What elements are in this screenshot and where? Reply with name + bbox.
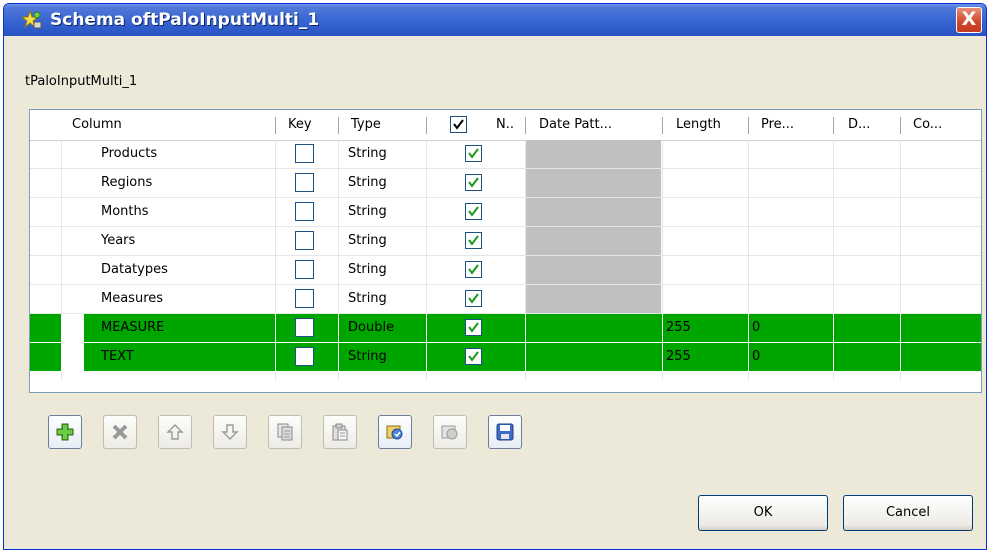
date-pattern-cell[interactable]: [526, 343, 661, 371]
date-pattern-cell-disabled: [526, 227, 661, 256]
cell-type[interactable]: String: [348, 343, 387, 371]
move-down-button[interactable]: [213, 415, 247, 449]
key-checkbox[interactable]: [295, 173, 314, 192]
cell-type[interactable]: String: [348, 227, 387, 255]
schema-dialog: Schema oftPaloInputMulti_1 X tPaloInputM…: [3, 3, 987, 550]
header-column[interactable]: Column: [72, 110, 122, 140]
date-pattern-cell-disabled: [526, 198, 661, 227]
row-gap: [61, 314, 83, 342]
paste-button[interactable]: [323, 415, 357, 449]
import-button[interactable]: [378, 415, 412, 449]
date-pattern-cell-disabled: [526, 285, 661, 314]
save-icon: [496, 423, 514, 441]
date-pattern-cell-disabled: [526, 256, 661, 285]
cell-type[interactable]: String: [348, 256, 387, 284]
cell-type[interactable]: Double: [348, 314, 394, 342]
table-row[interactable]: Products String: [30, 140, 981, 169]
header-default[interactable]: D...: [848, 110, 870, 140]
cell-type[interactable]: String: [348, 140, 387, 168]
key-checkbox[interactable]: [295, 318, 314, 337]
cell-column-name[interactable]: Datatypes: [101, 256, 168, 284]
key-checkbox[interactable]: [295, 289, 314, 308]
table-row[interactable]: TEXT String 255 0: [30, 343, 981, 371]
remove-button[interactable]: [103, 415, 137, 449]
copy-button[interactable]: [268, 415, 302, 449]
nullable-checkbox[interactable]: [465, 232, 482, 249]
select-all-nullable-checkbox[interactable]: [450, 116, 467, 133]
cell-column-name[interactable]: Regions: [101, 169, 152, 197]
cell-type[interactable]: String: [348, 198, 387, 226]
header-key[interactable]: Key: [288, 110, 312, 140]
move-up-button[interactable]: [158, 415, 192, 449]
ok-button[interactable]: OK: [698, 495, 828, 531]
cell-column-name[interactable]: Measures: [101, 285, 163, 313]
header-precision[interactable]: Pre...: [761, 110, 794, 140]
cell-length[interactable]: 255: [666, 343, 691, 371]
key-checkbox[interactable]: [295, 231, 314, 250]
key-checkbox[interactable]: [295, 260, 314, 279]
schema-table: Column Key Type N.. Date Patt... Length …: [29, 109, 982, 393]
schema-app-icon: [20, 9, 43, 30]
key-checkbox[interactable]: [295, 202, 314, 221]
schema-name-label: tPaloInputMulti_1: [25, 74, 138, 89]
window-title: Schema oftPaloInputMulti_1: [50, 10, 320, 30]
copy-icon: [277, 423, 293, 441]
table-row[interactable]: Datatypes String: [30, 256, 981, 285]
table-row[interactable]: Measures String: [30, 285, 981, 314]
import-icon: [386, 425, 403, 440]
cell-column-name[interactable]: Months: [101, 198, 149, 226]
cancel-button[interactable]: Cancel: [843, 495, 973, 531]
nullable-checkbox[interactable]: [465, 290, 482, 307]
nullable-checkbox[interactable]: [465, 145, 482, 162]
header-date-pattern[interactable]: Date Patt...: [539, 110, 612, 140]
cell-column-name[interactable]: MEASURE: [101, 314, 164, 342]
date-pattern-cell[interactable]: [526, 314, 661, 342]
header-comment[interactable]: Co...: [913, 110, 942, 140]
remove-icon: [112, 424, 128, 440]
nullable-checkbox[interactable]: [465, 348, 482, 365]
move-down-icon: [221, 424, 239, 440]
close-button[interactable]: X: [956, 7, 982, 33]
table-row[interactable]: Months String: [30, 198, 981, 227]
key-checkbox[interactable]: [295, 144, 314, 163]
header-type[interactable]: Type: [351, 110, 381, 140]
nullable-checkbox[interactable]: [465, 319, 482, 336]
header-nullable[interactable]: N..: [496, 110, 514, 140]
table-row[interactable]: Regions String: [30, 169, 981, 198]
row-gap: [61, 343, 83, 371]
export-button[interactable]: [433, 415, 467, 449]
nullable-checkbox[interactable]: [465, 174, 482, 191]
nullable-checkbox[interactable]: [465, 203, 482, 220]
table-row[interactable]: MEASURE Double 255 0: [30, 314, 981, 342]
cell-length[interactable]: 255: [666, 314, 691, 342]
add-button[interactable]: [48, 415, 82, 449]
cell-type[interactable]: String: [348, 285, 387, 313]
cell-column-name[interactable]: TEXT: [101, 343, 134, 371]
title-bar[interactable]: Schema oftPaloInputMulti_1 X: [4, 4, 986, 36]
cell-column-name[interactable]: Products: [101, 140, 157, 168]
move-up-icon: [166, 424, 184, 440]
date-pattern-cell-disabled: [526, 169, 661, 198]
export-icon: [441, 425, 458, 440]
cell-column-name[interactable]: Years: [101, 227, 135, 255]
paste-icon: [332, 423, 348, 441]
close-icon: X: [961, 8, 977, 30]
save-button[interactable]: [488, 415, 522, 449]
header-length[interactable]: Length: [676, 110, 721, 140]
key-checkbox[interactable]: [295, 347, 314, 366]
add-icon: [56, 423, 74, 441]
table-row[interactable]: Years String: [30, 227, 981, 256]
date-pattern-cell-disabled: [526, 140, 661, 169]
table-header: Column Key Type N.. Date Patt... Length …: [30, 110, 981, 141]
cell-precision[interactable]: 0: [752, 314, 760, 342]
cell-type[interactable]: String: [348, 169, 387, 197]
nullable-checkbox[interactable]: [465, 261, 482, 278]
cell-precision[interactable]: 0: [752, 343, 760, 371]
